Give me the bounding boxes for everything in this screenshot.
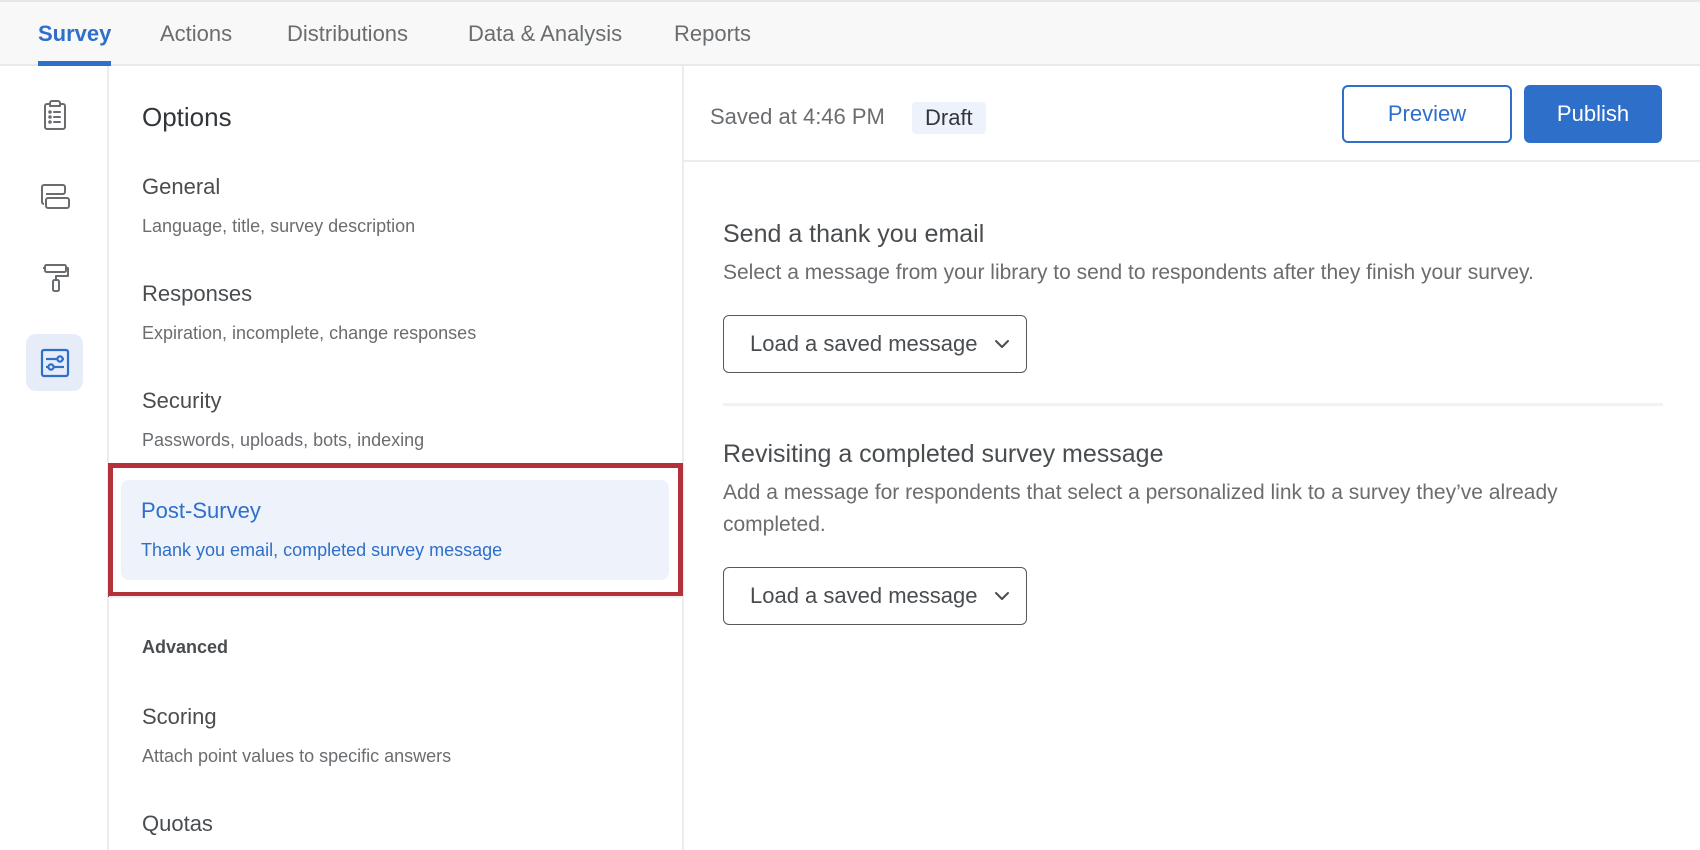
tab-reports[interactable]: Reports xyxy=(674,2,751,66)
options-heading: Options xyxy=(142,102,232,132)
tab-actions[interactable]: Actions xyxy=(160,2,232,66)
option-title: Post-Survey xyxy=(141,498,261,523)
preview-button[interactable]: Preview xyxy=(1342,85,1512,143)
option-title: Quotas xyxy=(142,811,213,836)
revisit-message-description: Add a message for respondents that selec… xyxy=(723,481,1558,536)
paint-roller-icon xyxy=(42,263,69,292)
option-description: Passwords, uploads, bots, indexing xyxy=(142,430,425,450)
tab-survey[interactable]: Survey xyxy=(38,2,112,66)
rail-look-and-feel-button[interactable] xyxy=(26,249,83,306)
tab-data-analysis[interactable]: Data & Analysis xyxy=(468,2,622,66)
survey-flow-icon xyxy=(40,183,70,209)
option-general[interactable]: General Language, title, survey descript… xyxy=(109,174,684,274)
option-post-survey[interactable]: Post-Survey Thank you email, completed s… xyxy=(121,480,669,580)
dropdown-label: Load a saved message xyxy=(750,583,978,608)
thank-you-email-dropdown[interactable]: Load a saved message xyxy=(723,315,1027,373)
option-quotas[interactable]: Quotas xyxy=(109,811,684,850)
option-title: Responses xyxy=(142,281,253,306)
top-navigation: Survey Actions Distributions Data & Anal… xyxy=(0,0,1700,66)
rail-survey-builder-button[interactable] xyxy=(26,86,83,143)
option-description: Attach point values to specific answers xyxy=(142,746,452,766)
option-responses[interactable]: Responses Expiration, incomplete, change… xyxy=(109,281,684,381)
editor-header: Saved at 4:46 PM Draft Preview Publish xyxy=(684,66,1700,162)
option-description: Expiration, incomplete, change responses xyxy=(142,323,477,343)
section-divider xyxy=(723,403,1663,406)
option-post-survey-highlight[interactable]: Post-Survey Thank you email, completed s… xyxy=(108,463,683,597)
option-description: Language, title, survey description xyxy=(142,216,416,236)
icon-rail xyxy=(0,66,109,850)
dropdown-label: Load a saved message xyxy=(750,331,978,356)
draft-badge: Draft xyxy=(912,102,986,134)
clipboard-list-icon xyxy=(43,99,66,130)
rail-survey-flow-button[interactable] xyxy=(26,168,83,225)
advanced-section-label: Advanced xyxy=(142,637,229,657)
option-title: General xyxy=(142,174,221,199)
option-scoring[interactable]: Scoring Attach point values to specific … xyxy=(109,704,684,804)
tab-distributions[interactable]: Distributions xyxy=(287,2,408,66)
chevron-down-icon xyxy=(995,592,1009,600)
sliders-icon xyxy=(40,348,69,377)
rail-survey-options-button[interactable] xyxy=(26,334,83,391)
thank-you-email-title: Send a thank you email xyxy=(723,220,985,248)
option-title: Security xyxy=(142,388,222,413)
saved-status: Saved at 4:46 PM xyxy=(710,104,885,129)
publish-button[interactable]: Publish xyxy=(1524,85,1662,143)
revisit-message-dropdown[interactable]: Load a saved message xyxy=(723,567,1027,625)
option-title: Scoring xyxy=(142,704,217,729)
chevron-down-icon xyxy=(995,340,1009,348)
post-survey-settings: Send a thank you email Select a message … xyxy=(684,162,1700,850)
option-description: Thank you email, completed survey messag… xyxy=(141,540,503,560)
options-divider xyxy=(109,596,684,598)
revisit-message-title: Revisiting a completed survey message xyxy=(723,440,1164,468)
thank-you-email-description: Select a message from your library to se… xyxy=(723,261,1534,284)
options-panel: Options General Language, title, survey … xyxy=(108,66,684,850)
